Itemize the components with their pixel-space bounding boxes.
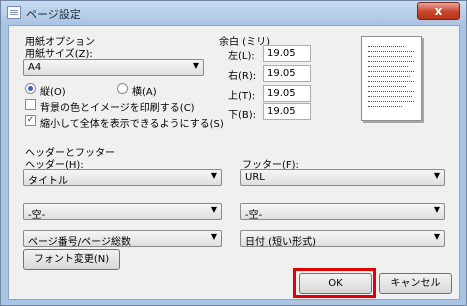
paper-size-select[interactable]: A4 ▼ — [23, 59, 204, 76]
margin-top-field[interactable]: 19.05 — [263, 85, 311, 102]
preview-line — [368, 46, 404, 47]
footer-select-2[interactable]: -空- ▼ — [240, 203, 445, 221]
footer-select-3[interactable]: 日付 (短い形式) ▼ — [240, 230, 445, 248]
portrait-radio[interactable] — [25, 83, 36, 94]
margin-bottom-label: 下(B): — [228, 110, 257, 121]
change-font-button[interactable]: フォント変更(N) — [23, 249, 120, 270]
chevron-down-icon: ▼ — [433, 171, 440, 180]
margin-right-value: 19.05 — [267, 68, 296, 79]
header-select-1[interactable]: タイトル ▼ — [23, 169, 222, 187]
preview-line — [368, 51, 414, 52]
footer-select-1-value: URL — [245, 172, 265, 183]
portrait-label: 縦(O) — [40, 87, 66, 98]
chevron-down-icon: ▼ — [192, 61, 199, 70]
margin-top-value: 19.05 — [267, 88, 296, 99]
chevron-down-icon: ▼ — [210, 205, 217, 214]
margin-top-label: 上(T): — [228, 91, 256, 102]
preview-line — [368, 106, 402, 107]
header-select-2-value: -空- — [28, 210, 46, 221]
shrink-to-fit-checkbox[interactable]: ✓ — [25, 115, 36, 126]
landscape-radio[interactable] — [117, 83, 128, 94]
chevron-down-icon: ▼ — [433, 205, 440, 214]
preview-line — [368, 56, 412, 57]
preview-line — [368, 91, 414, 92]
preview-line — [368, 61, 414, 62]
footer-select-2-value: -空- — [245, 210, 263, 221]
margin-bottom-value: 19.05 — [267, 106, 296, 117]
paper-size-value: A4 — [28, 62, 42, 73]
header-select-1-value: タイトル — [28, 176, 68, 187]
print-background-label: 背景の色とイメージを印刷する(C) — [40, 103, 195, 114]
dialog-title: ページ設定 — [26, 8, 81, 21]
margin-left-label: 左(L): — [228, 51, 255, 62]
print-background-checkbox[interactable] — [25, 99, 36, 110]
header-select-3[interactable]: ページ番号/ページ総数 ▼ — [23, 230, 222, 248]
preview-line — [368, 101, 414, 102]
preview-line — [368, 81, 414, 82]
header-select-3-value: ページ番号/ページ総数 — [28, 237, 131, 248]
cancel-button[interactable]: キャンセル — [379, 273, 452, 294]
title-bar: ページ設定 x — [1, 1, 466, 25]
preview-line — [368, 96, 412, 97]
preview-line — [368, 76, 410, 77]
page-setup-dialog: ページ設定 x 用紙オプション 用紙サイズ(Z): A4 ▼ 縦(O) 横(A)… — [0, 0, 467, 306]
preview-line — [368, 86, 406, 87]
landscape-label: 横(A) — [132, 87, 157, 98]
footer-select-1[interactable]: URL ▼ — [240, 169, 445, 186]
header-select-2[interactable]: -空- ▼ — [23, 203, 222, 221]
margin-bottom-field[interactable]: 19.05 — [263, 103, 311, 120]
margin-right-label: 右(R): — [228, 71, 257, 82]
paper-size-label: 用紙サイズ(Z): — [25, 49, 93, 60]
chevron-down-icon: ▼ — [210, 171, 217, 180]
margin-right-field[interactable]: 19.05 — [263, 65, 311, 82]
margin-left-field[interactable]: 19.05 — [263, 45, 311, 62]
close-button[interactable]: x — [417, 2, 460, 20]
preview-line — [368, 66, 408, 67]
page-icon — [7, 6, 21, 19]
footer-select-3-value: 日付 (短い形式) — [245, 237, 316, 248]
margin-left-value: 19.05 — [267, 48, 296, 59]
shrink-to-fit-label: 縮小して全体を表示できるようにする(S) — [40, 119, 224, 130]
chevron-down-icon: ▼ — [210, 232, 217, 241]
page-preview — [361, 36, 422, 121]
dialog-body: 用紙オプション 用紙サイズ(Z): A4 ▼ 縦(O) 横(A) 背景の色とイメ… — [8, 25, 460, 300]
chevron-down-icon: ▼ — [433, 232, 440, 241]
ok-highlight-box — [293, 268, 376, 298]
preview-line — [368, 71, 414, 72]
